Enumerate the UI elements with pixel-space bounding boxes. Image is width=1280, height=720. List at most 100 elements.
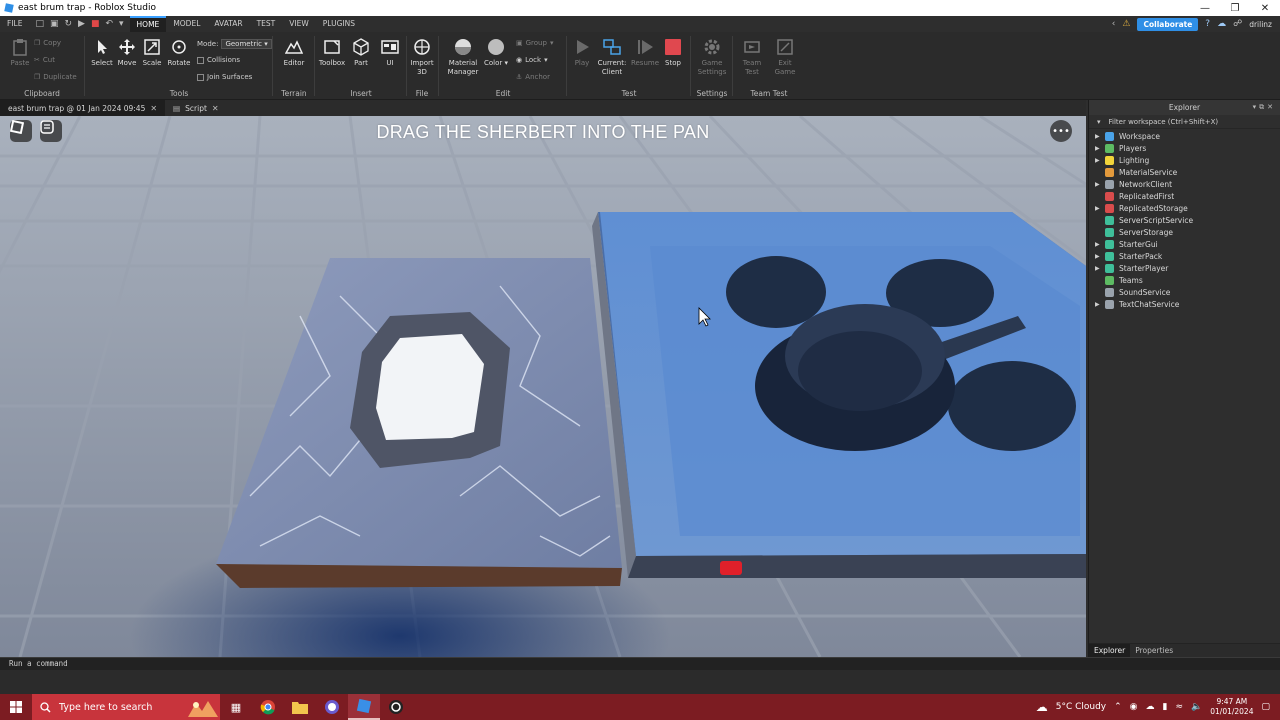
copy-button[interactable]: ❐ Copy xyxy=(34,39,61,47)
play-icon[interactable]: ▶ xyxy=(78,19,85,29)
help-icon[interactable]: ? xyxy=(1205,19,1210,29)
onedrive-icon[interactable]: ☁ xyxy=(1146,702,1155,712)
explorer-item[interactable]: ServerScriptService xyxy=(1089,214,1280,226)
explorer-item[interactable]: ▶ StarterPack xyxy=(1089,250,1280,262)
explorer-item[interactable]: ▶ StarterGui xyxy=(1089,238,1280,250)
tab-avatar[interactable]: AVATAR xyxy=(207,16,249,32)
import-3d-button[interactable]: Import 3D xyxy=(406,38,438,77)
expand-arrow-icon[interactable]: ▶ xyxy=(1095,301,1105,308)
stop-button[interactable]: Stop xyxy=(657,38,689,68)
join-surfaces-toggle[interactable]: Join Surfaces xyxy=(197,73,252,81)
team-test-button[interactable]: Team Test xyxy=(736,38,768,77)
explorer-item[interactable]: ReplicatedFirst xyxy=(1089,190,1280,202)
file-menu[interactable]: FILE xyxy=(0,16,29,32)
part-button[interactable]: Part xyxy=(345,38,377,68)
play-button[interactable]: Play xyxy=(566,38,598,68)
current-client-button[interactable]: Current: Client xyxy=(596,38,628,77)
explorer-item[interactable]: ▶ NetworkClient xyxy=(1089,178,1280,190)
undo-icon[interactable]: ↶ xyxy=(105,19,113,29)
minimize-icon[interactable]: — xyxy=(1190,3,1220,14)
wifi-icon[interactable]: ≈ xyxy=(1175,702,1183,712)
rotate-button[interactable]: Rotate xyxy=(163,38,195,68)
volume-icon[interactable]: 🔈 xyxy=(1191,702,1202,712)
restore-icon[interactable]: ❐ xyxy=(1220,3,1250,14)
cut-button[interactable]: ✂ Cut xyxy=(34,56,55,64)
expand-arrow-icon[interactable]: ▶ xyxy=(1095,145,1105,152)
tab-place[interactable]: east brum trap @ 01 Jan 2024 09:45 ✕ xyxy=(0,100,166,116)
caret-left-icon[interactable]: ‹ xyxy=(1112,19,1116,29)
terrain-editor-button[interactable]: Editor xyxy=(278,38,310,68)
weather-icon[interactable]: ☁ xyxy=(1036,700,1048,714)
undock-icon[interactable]: ⧉ xyxy=(1259,103,1267,111)
network-icon[interactable]: ◉ xyxy=(1130,702,1138,712)
command-bar-input[interactable]: Run a command xyxy=(0,657,1280,670)
explorer-item[interactable]: SoundService xyxy=(1089,286,1280,298)
material-manager-button[interactable]: Material Manager xyxy=(446,38,480,77)
explorer-filter-input[interactable]: ▾ Filter workspace (Ctrl+Shift+X) xyxy=(1089,116,1280,129)
checkbox[interactable] xyxy=(197,56,204,64)
expand-arrow-icon[interactable]: ▶ xyxy=(1095,253,1105,260)
tab-plugins[interactable]: PLUGINS xyxy=(316,16,362,32)
ui-button[interactable]: UI xyxy=(374,38,406,68)
explorer-item[interactable]: ▶ StarterPlayer xyxy=(1089,262,1280,274)
game-viewport[interactable]: DRAG THE SHERBERT INTO THE PAN ••• xyxy=(0,116,1086,657)
lock-button[interactable]: ◉ Lock ▾ xyxy=(516,56,548,64)
obs-taskbar-button[interactable] xyxy=(316,694,348,720)
tab-explorer[interactable]: Explorer xyxy=(1089,644,1131,657)
expand-arrow-icon[interactable]: ▶ xyxy=(1095,265,1105,272)
explorer-item[interactable]: ▶ ReplicatedStorage xyxy=(1089,202,1280,214)
chevron-down-icon[interactable]: ▾ xyxy=(119,19,124,29)
close-tab-icon[interactable]: ✕ xyxy=(150,104,157,113)
taskbar-search-input[interactable]: Type here to search xyxy=(32,694,220,720)
explorer-item[interactable]: MaterialService xyxy=(1089,166,1280,178)
mode-selector[interactable]: Mode: Geometric ▾ xyxy=(197,39,272,49)
notifications-icon[interactable]: ▢ xyxy=(1261,702,1270,712)
share-icon[interactable]: ☍ xyxy=(1233,19,1242,29)
battery-icon[interactable]: ▮ xyxy=(1163,702,1168,712)
anchor-button[interactable]: ⚓ Anchor xyxy=(516,73,550,81)
explorer-item[interactable]: ▶ Workspace xyxy=(1089,130,1280,142)
expand-arrow-icon[interactable]: ▶ xyxy=(1095,205,1105,212)
more-options-button[interactable]: ••• xyxy=(1050,120,1072,142)
weather-text[interactable]: 5°C Cloudy xyxy=(1056,702,1106,712)
close-icon[interactable]: ✕ xyxy=(1267,103,1276,111)
explorer-item[interactable]: ▶ Lighting xyxy=(1089,154,1280,166)
explorer-item[interactable]: ▶ Players xyxy=(1089,142,1280,154)
group-button[interactable]: ▣ Group ▾ xyxy=(516,39,553,47)
roblox-studio-taskbar-button[interactable] xyxy=(348,694,380,720)
save-icon[interactable]: ▣ xyxy=(50,19,59,29)
show-hidden-icons[interactable]: ⌃ xyxy=(1114,702,1122,712)
tab-properties[interactable]: Properties xyxy=(1130,644,1178,657)
tab-model[interactable]: MODEL xyxy=(166,16,207,32)
roblox-player-taskbar-button[interactable] xyxy=(380,694,412,720)
tab-test[interactable]: TEST xyxy=(250,16,283,32)
tab-home[interactable]: HOME xyxy=(129,16,167,32)
paste-button[interactable]: Paste xyxy=(4,38,36,68)
file-explorer-taskbar-button[interactable] xyxy=(284,694,316,720)
notification-bell-icon[interactable]: ⚠ xyxy=(1122,19,1130,29)
chrome-taskbar-button[interactable] xyxy=(252,694,284,720)
stop-icon[interactable]: ■ xyxy=(91,19,100,29)
expand-arrow-icon[interactable]: ▶ xyxy=(1095,181,1105,188)
close-icon[interactable]: ✕ xyxy=(1250,3,1280,14)
explorer-item[interactable]: ▶ TextChatService xyxy=(1089,298,1280,310)
checkbox[interactable] xyxy=(197,73,204,81)
collaborate-button[interactable]: Collaborate xyxy=(1137,17,1199,31)
expand-arrow-icon[interactable]: ▶ xyxy=(1095,133,1105,140)
game-settings-button[interactable]: Game Settings xyxy=(696,38,728,77)
tab-script[interactable]: ▤ Script ✕ xyxy=(165,100,227,116)
tab-view[interactable]: VIEW xyxy=(282,16,316,32)
task-view-button[interactable]: ▦ xyxy=(220,694,252,720)
new-file-icon[interactable]: □ xyxy=(35,19,44,29)
explorer-item[interactable]: Teams xyxy=(1089,274,1280,286)
explorer-item[interactable]: ServerStorage xyxy=(1089,226,1280,238)
toolbox-button[interactable]: Toolbox xyxy=(316,38,348,68)
close-tab-icon[interactable]: ✕ xyxy=(212,104,219,113)
clock[interactable]: 9:47 AM 01/01/2024 xyxy=(1210,697,1253,717)
exit-game-button[interactable]: Exit Game xyxy=(769,38,801,77)
expand-arrow-icon[interactable]: ▶ xyxy=(1095,157,1105,164)
color-button[interactable]: Color ▾ xyxy=(480,38,512,68)
cloud-icon[interactable]: ☁ xyxy=(1217,19,1226,29)
expand-arrow-icon[interactable]: ▶ xyxy=(1095,241,1105,248)
redo-icon[interactable]: ↻ xyxy=(64,19,72,29)
